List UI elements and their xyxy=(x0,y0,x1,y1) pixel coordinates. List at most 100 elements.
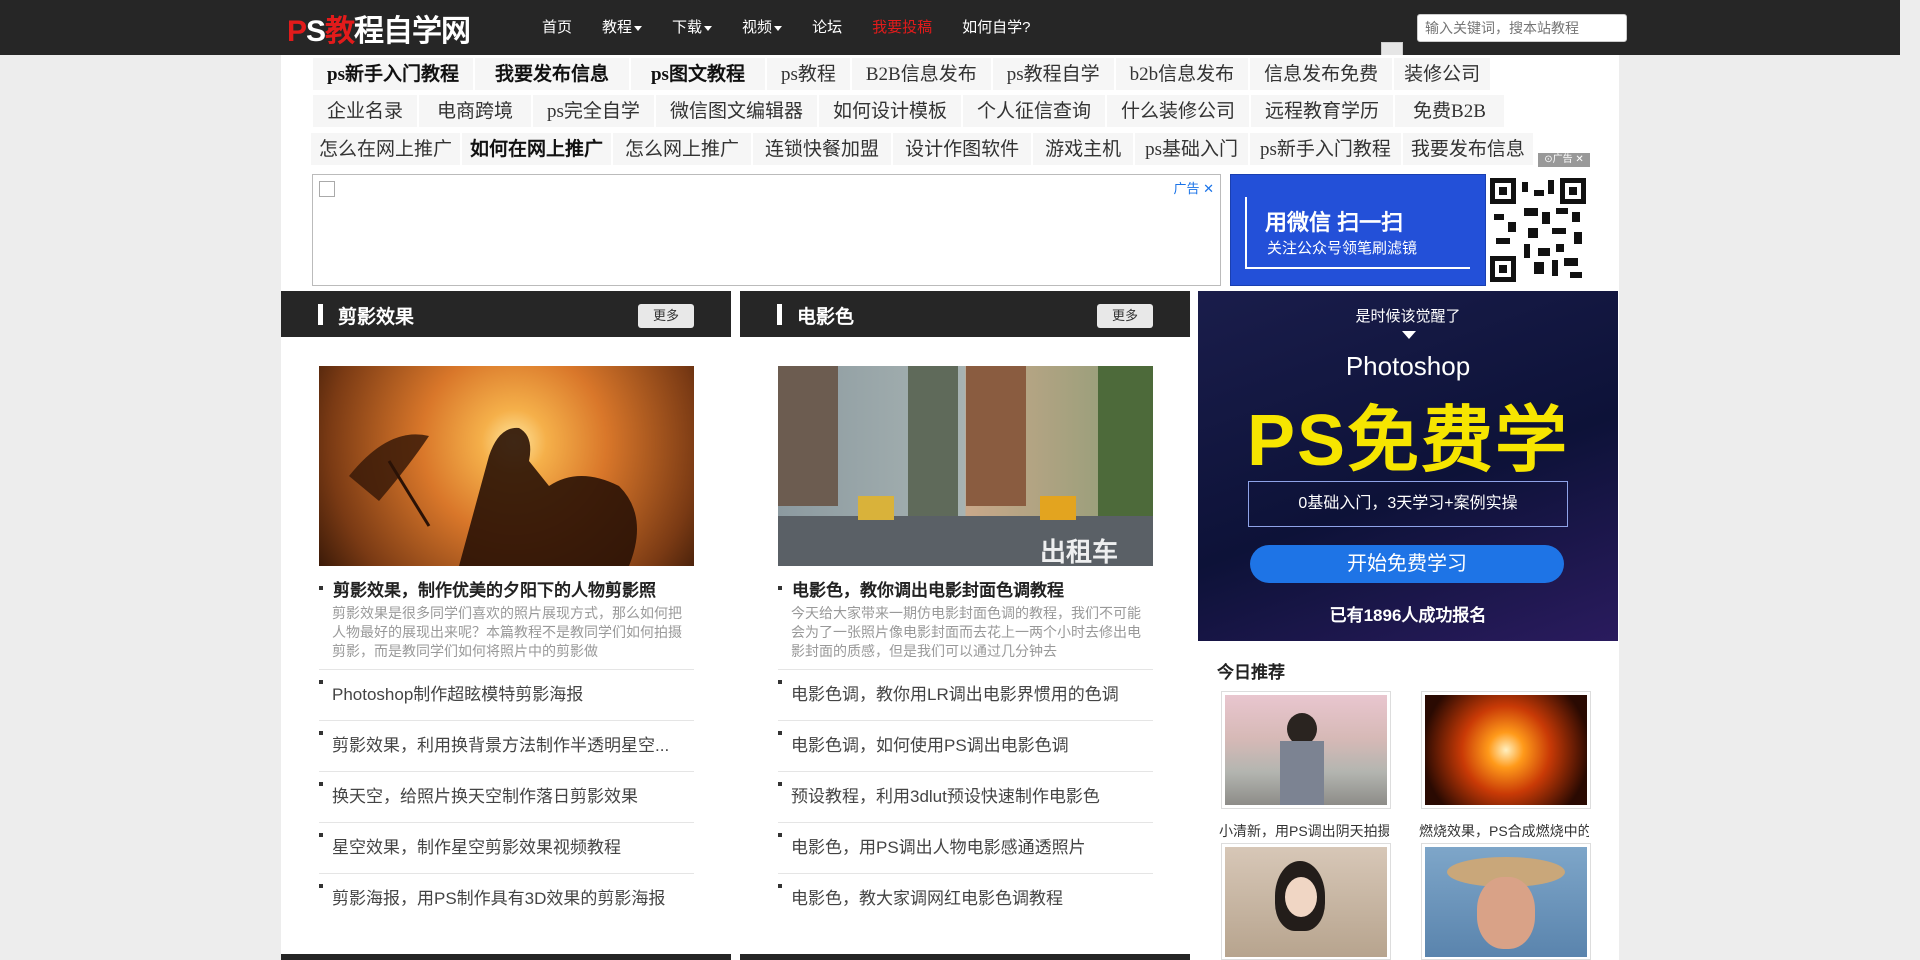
nav-forum-label: 论坛 xyxy=(812,19,843,36)
nav-home[interactable]: 首页 xyxy=(542,16,572,37)
recommend-card[interactable] xyxy=(1421,843,1591,960)
keyword-link[interactable]: 电商跨境 xyxy=(418,94,533,128)
list-item[interactable]: 预设教程，利用3dlut预设快速制作电影色 xyxy=(778,771,1153,822)
nav-video[interactable]: 视频 xyxy=(742,16,783,37)
keyword-row-1: ps新手入门教程 我要发布信息 ps图文教程 ps教程 B2B信息发布 ps教程… xyxy=(312,57,1492,91)
nav-submit-label: 我要投稿 xyxy=(872,19,933,36)
recommend-thumbnail xyxy=(1425,695,1587,805)
ad-close-tag[interactable]: ⊙广告 ✕ xyxy=(1538,153,1590,167)
recommend-thumbnail xyxy=(1225,847,1387,957)
section-header: 电影色 更多 xyxy=(740,291,1190,337)
section-title: 电影色 xyxy=(797,307,855,328)
keyword-link[interactable]: ps教程 xyxy=(765,57,851,91)
keyword-link[interactable]: 我要发布信息 xyxy=(473,57,630,91)
recommend-caption[interactable]: 燃烧效果，PS合成燃烧中的 xyxy=(1419,821,1589,841)
recommend-card[interactable]: 燃烧效果，PS合成燃烧中的 xyxy=(1419,691,1591,839)
feature-description: 剪影效果是很多同学们喜欢的照片展现方式，那么如何把人物最好的展现出来呢？本篇教程… xyxy=(332,605,682,659)
ad-label-text: 广告 xyxy=(1173,181,1200,196)
keyword-link[interactable]: ps新手入门教程 xyxy=(312,57,474,91)
feature-article[interactable]: 剪影效果，制作优美的夕阳下的人物剪影照 剪影效果是很多同学们喜欢的照片展现方式，… xyxy=(319,576,694,662)
nav-how-to-learn[interactable]: 如何自学? xyxy=(962,16,1030,37)
list-item[interactable]: 电影色，用PS调出人物电影感通透照片 xyxy=(778,822,1153,873)
ps-free-course-ad[interactable]: 是时候该觉醒了 Photoshop PS免费学 0基础入门，3天学习+案例实操 … xyxy=(1198,291,1618,641)
keyword-link[interactable]: b2b信息发布 xyxy=(1114,57,1250,91)
keyword-link[interactable]: 如何在网上推广 xyxy=(461,132,613,166)
keyword-link[interactable]: ps完全自学 xyxy=(532,94,655,128)
today-recommend-title: 今日推荐 xyxy=(1217,663,1285,682)
logo-rest: 程自学网 xyxy=(354,15,471,48)
recommend-card[interactable] xyxy=(1221,843,1391,960)
header-accent-bar xyxy=(777,304,782,325)
keyword-link[interactable]: 什么装修公司 xyxy=(1105,94,1250,128)
site-logo[interactable]: PS教程自学网 xyxy=(287,6,471,48)
feature-title[interactable]: 剪影效果，制作优美的夕阳下的人物剪影照 xyxy=(319,576,694,601)
list-item[interactable]: 剪影效果，利用换背景方法制作半透明星空... xyxy=(319,720,694,771)
keyword-link[interactable]: 怎么网上推广 xyxy=(612,132,753,166)
chevron-down-icon xyxy=(774,25,783,31)
keyword-link[interactable]: 信息发布免费 xyxy=(1249,57,1394,91)
section-film-color: 电影色 更多 出租车 电影色，教你调出电影封面色调教程 今天给大家带来一期仿电影… xyxy=(740,291,1190,951)
ad-product-name: Photoshop xyxy=(1345,351,1471,381)
nav-submit[interactable]: 我要投稿 xyxy=(872,16,932,37)
feature-thumbnail[interactable]: 出租车 xyxy=(778,366,1153,568)
list-item[interactable]: 电影色调，教你用LR调出电影界惯用的色调 xyxy=(778,669,1153,720)
top-navbar: PS教程自学网 首页 教程 下载 视频 论坛 我要投稿 如何自学? xyxy=(0,0,1900,55)
keyword-link[interactable]: 连锁快餐加盟 xyxy=(752,132,893,166)
list-item[interactable]: 剪影海报，用PS制作具有3D效果的剪影海报 xyxy=(319,873,694,924)
silhouette-image xyxy=(349,427,637,566)
keyword-link[interactable]: 远程教育学历 xyxy=(1250,94,1395,128)
keyword-link[interactable]: B2B信息发布 xyxy=(850,57,992,91)
svg-text:出租车: 出租车 xyxy=(1040,537,1118,566)
keyword-link[interactable]: 游戏主机 xyxy=(1032,132,1135,166)
search-input[interactable] xyxy=(1417,14,1627,42)
more-button[interactable]: 更多 xyxy=(638,304,694,328)
nav-tutorial[interactable]: 教程 xyxy=(602,16,643,37)
list-item[interactable]: Photoshop制作超眩模特剪影海报 xyxy=(319,669,694,720)
keyword-row-3: 怎么在网上推广 如何在网上推广 怎么网上推广 连锁快餐加盟 设计作图软件 游戏主… xyxy=(310,132,1534,166)
logo-p: P xyxy=(287,15,307,48)
keyword-link[interactable]: 怎么在网上推广 xyxy=(310,132,462,166)
start-learning-button[interactable]: 开始免费学习 xyxy=(1250,545,1564,583)
keyword-link[interactable]: 装修公司 xyxy=(1393,57,1492,91)
recommend-caption[interactable]: 小清新，用PS调出阴天拍摄 xyxy=(1219,821,1389,841)
keyword-link[interactable]: 如何设计模板 xyxy=(817,94,962,128)
keyword-link[interactable]: ps图文教程 xyxy=(629,57,766,91)
close-icon[interactable]: ✕ xyxy=(1203,181,1214,196)
keyword-link[interactable]: 个人征信查询 xyxy=(961,94,1106,128)
chevron-down-icon xyxy=(704,25,713,31)
keyword-link[interactable]: 设计作图软件 xyxy=(892,132,1033,166)
keyword-link[interactable]: ps基础入门 xyxy=(1134,132,1249,166)
wechat-ad[interactable]: 用微信 扫一扫 关注公众号领笔刷滤镜 xyxy=(1230,174,1486,286)
list-item[interactable]: 换天空，给照片换天空制作落日剪影效果 xyxy=(319,771,694,822)
keyword-link[interactable]: 微信图文编辑器 xyxy=(654,94,818,128)
keyword-link[interactable]: ps新手入门教程 xyxy=(1249,132,1402,166)
banner-ad[interactable]: 广告 ✕ xyxy=(312,174,1221,286)
more-button[interactable]: 更多 xyxy=(1097,304,1153,328)
nav-download[interactable]: 下载 xyxy=(672,16,713,37)
ad-main-slogan: PS免费学 xyxy=(1246,401,1570,481)
list-item[interactable]: 电影色调，如何使用PS调出电影色调 xyxy=(778,720,1153,771)
keyword-link[interactable]: 我要发布信息 xyxy=(1401,132,1534,166)
keyword-link[interactable]: 免费B2B xyxy=(1394,94,1505,128)
article-list: 电影色调，教你用LR调出电影界惯用的色调 电影色调，如何使用PS调出电影色调 预… xyxy=(778,669,1153,924)
nav-forum[interactable]: 论坛 xyxy=(812,16,842,37)
section-silhouette: 剪影效果 更多 剪影效果，制作优美的夕阳下的人物剪影照 剪影效果是很多同学们喜欢… xyxy=(281,291,731,951)
nav-video-label: 视频 xyxy=(742,19,773,36)
feature-description: 今天给大家带来一期仿电影封面色调的教程，我们不可能会为了一张照片像电影封面而去花… xyxy=(791,605,1141,659)
keyword-row-2: 企业名录 电商跨境 ps完全自学 微信图文编辑器 如何设计模板 个人征信查询 什… xyxy=(312,94,1505,128)
chevron-down-icon xyxy=(634,25,643,31)
section-title: 剪影效果 xyxy=(338,307,415,328)
keyword-link[interactable]: ps教程自学 xyxy=(991,57,1115,91)
section-bottom-bar xyxy=(281,954,731,960)
feature-article[interactable]: 电影色，教你调出电影封面色调教程 今天给大家带来一期仿电影封面色调的教程，我们不… xyxy=(778,576,1153,662)
recommend-card[interactable]: 小清新，用PS调出阴天拍摄 xyxy=(1219,691,1391,839)
list-item[interactable]: 电影色，教大家调网红电影色调教程 xyxy=(778,873,1153,924)
logo-red-char: 教 xyxy=(325,15,355,48)
nav-tutorial-label: 教程 xyxy=(602,19,633,36)
feature-title[interactable]: 电影色，教你调出电影封面色调教程 xyxy=(778,576,1153,601)
list-item[interactable]: 星空效果，制作星空剪影效果视频教程 xyxy=(319,822,694,873)
ad-feature-box: 0基础入门，3天学习+案例实操 xyxy=(1248,481,1568,527)
feature-thumbnail[interactable] xyxy=(319,366,694,566)
section-bottom-bar xyxy=(740,954,1190,960)
keyword-link[interactable]: 企业名录 xyxy=(312,94,419,128)
